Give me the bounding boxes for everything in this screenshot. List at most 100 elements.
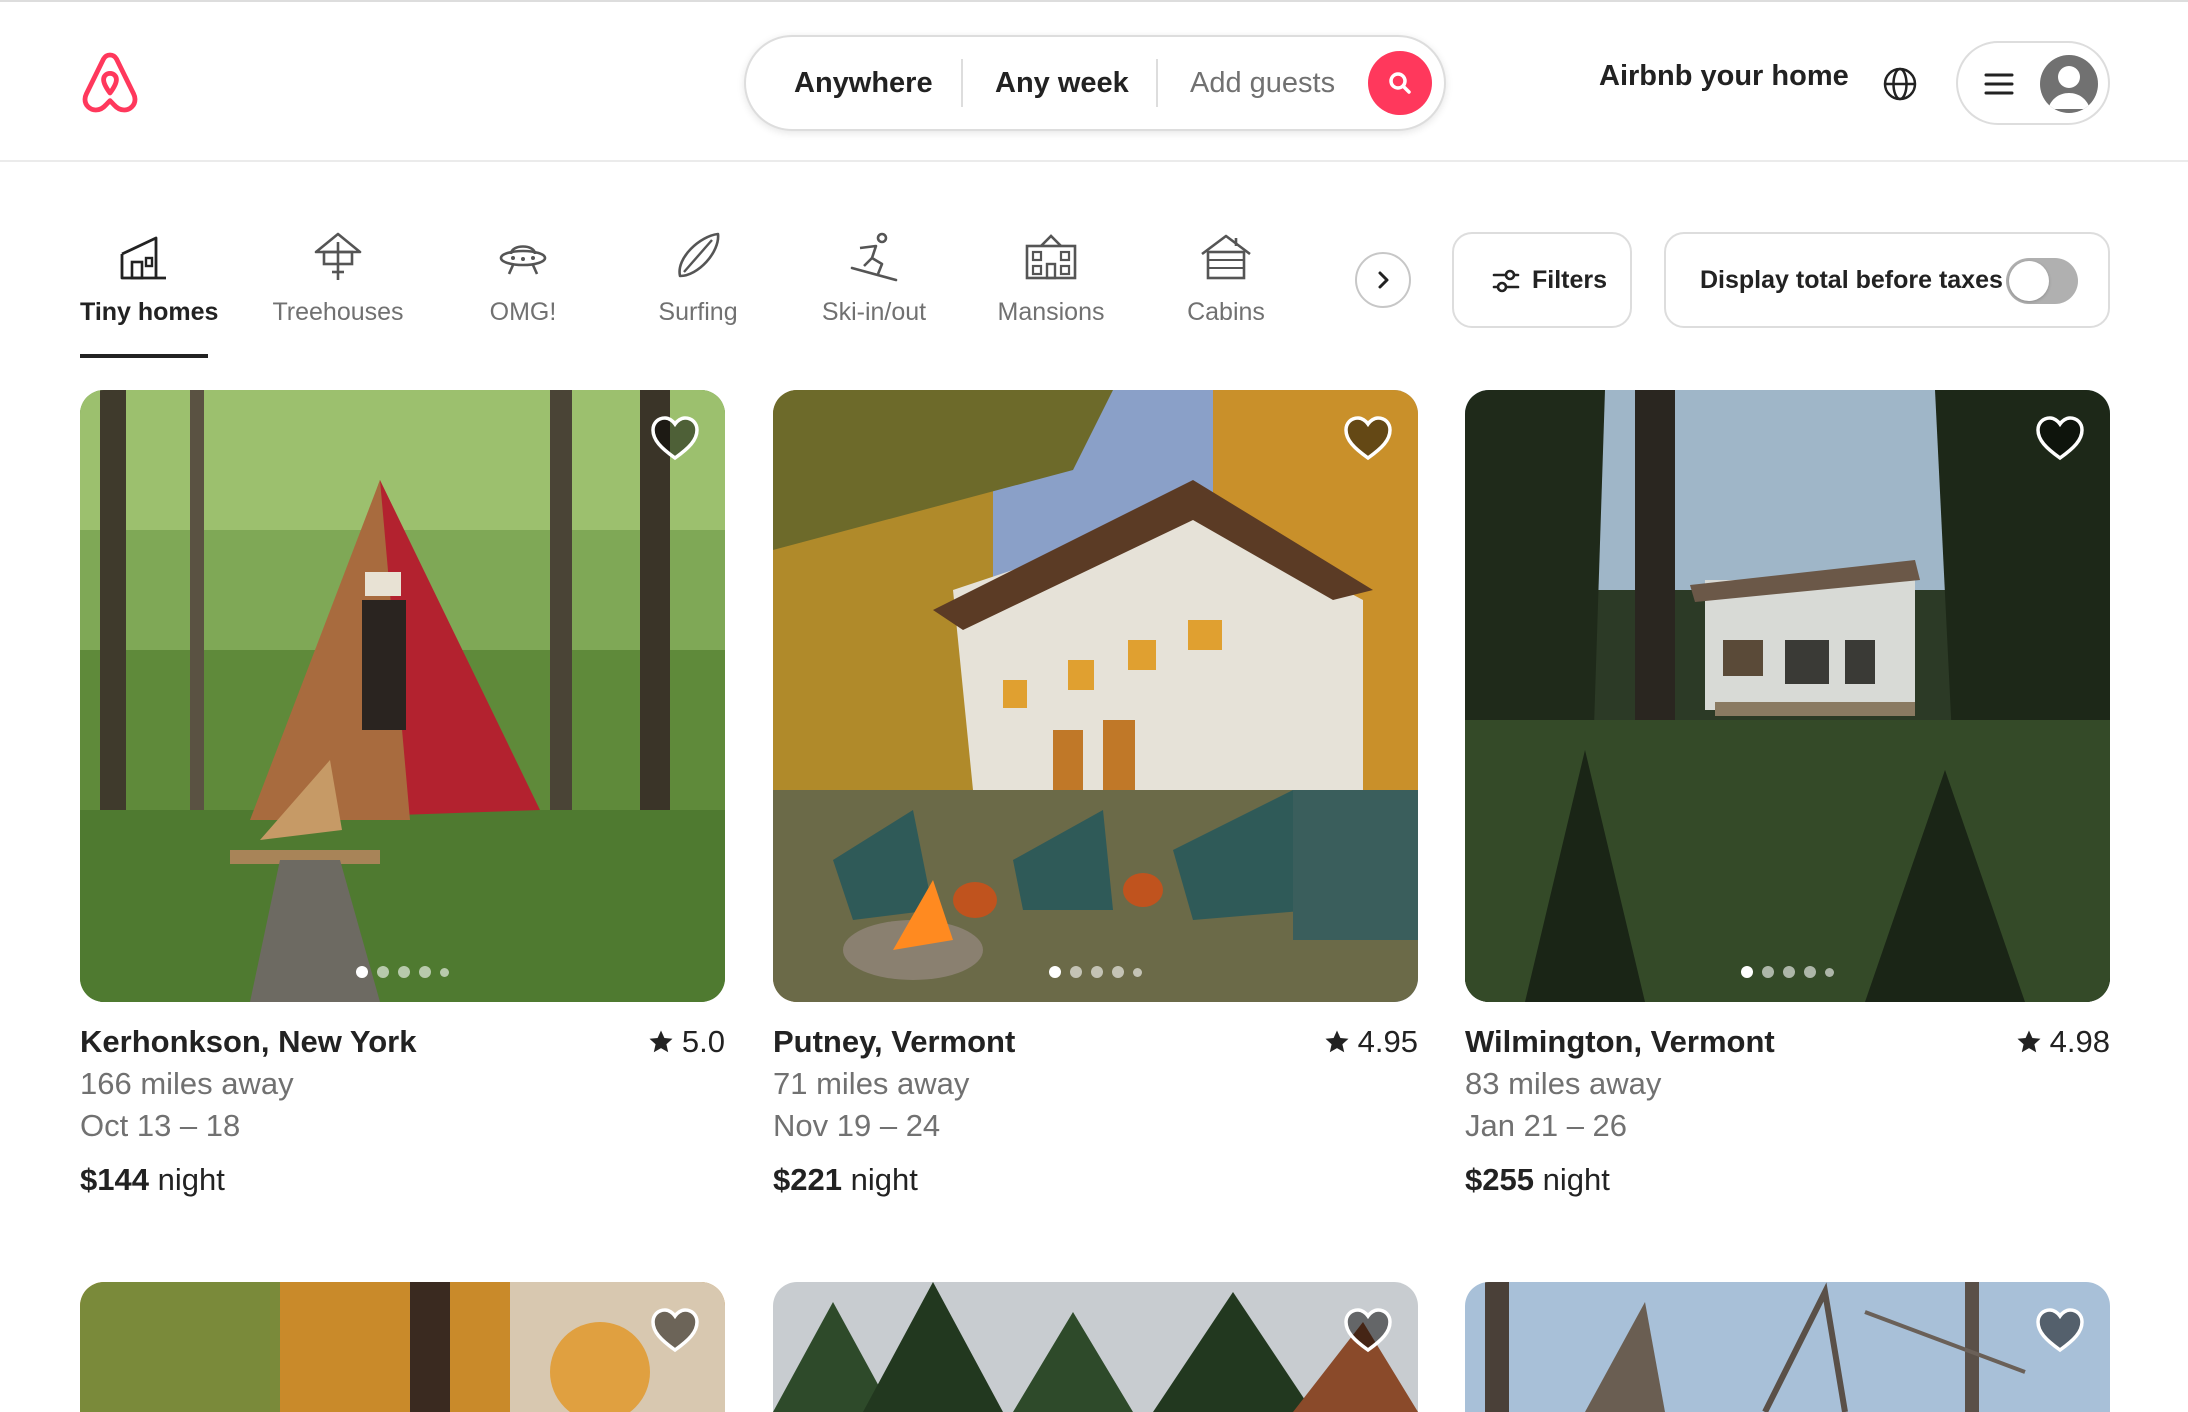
listing-rating: 5.0 bbox=[648, 1024, 725, 1060]
pagination-dot[interactable] bbox=[356, 966, 368, 978]
pagination-dot[interactable] bbox=[1741, 966, 1753, 978]
category-surfing[interactable]: Surfing bbox=[648, 228, 748, 360]
heart-icon[interactable] bbox=[2034, 1306, 2086, 1354]
forest-cabin-photo bbox=[1465, 390, 2110, 1002]
price-amount: $221 bbox=[773, 1162, 842, 1197]
skier-icon bbox=[850, 232, 898, 282]
pagination-dot[interactable] bbox=[419, 966, 431, 978]
pine-trees-photo bbox=[773, 1282, 1418, 1412]
heart-icon[interactable] bbox=[649, 414, 701, 462]
user-icon bbox=[2048, 66, 2090, 109]
filters-icon bbox=[1492, 269, 1520, 293]
star-icon bbox=[649, 1030, 673, 1053]
price-unit: night bbox=[850, 1162, 918, 1197]
category-treehouses[interactable]: Treehouses bbox=[268, 228, 408, 360]
category-tiny-homes[interactable]: Tiny homes bbox=[80, 228, 218, 360]
display-total-toggle[interactable] bbox=[2006, 258, 2078, 304]
pagination-dot[interactable] bbox=[398, 966, 410, 978]
a-frame-cabin-photo bbox=[80, 390, 725, 1002]
pagination-dot[interactable] bbox=[1825, 967, 1834, 977]
listing-dates: Nov 19 – 24 bbox=[773, 1108, 941, 1143]
heart-icon[interactable] bbox=[2034, 414, 2086, 462]
listing-price: $144 night bbox=[80, 1162, 225, 1198]
pagination-dot[interactable] bbox=[1762, 966, 1774, 978]
listing-price: $255 night bbox=[1465, 1162, 1610, 1198]
price-amount: $144 bbox=[80, 1162, 149, 1197]
heart-icon[interactable] bbox=[1342, 1306, 1394, 1354]
toggle-knob bbox=[2009, 261, 2049, 301]
ufo-icon bbox=[499, 245, 547, 275]
category-cabins[interactable]: Cabins bbox=[1178, 228, 1274, 360]
star-icon bbox=[1325, 1030, 1349, 1053]
globe-icon[interactable] bbox=[1882, 66, 1918, 102]
pagination-dot[interactable] bbox=[1783, 966, 1795, 978]
category-label: Treehouses bbox=[272, 298, 404, 326]
pagination-dot[interactable] bbox=[1133, 967, 1142, 977]
category-label: Surfing bbox=[658, 298, 738, 326]
categories-next-button[interactable] bbox=[1355, 252, 1411, 308]
listing-dates: Jan 21 – 26 bbox=[1465, 1108, 1628, 1143]
rating-value: 5.0 bbox=[681, 1024, 725, 1059]
listing-photo[interactable] bbox=[773, 1282, 1418, 1412]
search-guests-button[interactable]: Add guests bbox=[1190, 37, 1335, 129]
display-total-toggle-container[interactable]: Display total before taxes bbox=[1664, 232, 2110, 328]
price-unit: night bbox=[157, 1162, 225, 1197]
active-category-underline bbox=[80, 354, 208, 358]
listing-rating: 4.95 bbox=[1324, 1024, 1418, 1060]
category-label: Mansions bbox=[997, 298, 1105, 326]
treehouse-icon bbox=[314, 232, 362, 280]
category-ski-in-out[interactable]: Ski-in/out bbox=[816, 228, 932, 360]
listing-title: Wilmington, Vermont bbox=[1465, 1024, 1775, 1059]
menu-icon bbox=[1984, 73, 2014, 95]
listing-photo[interactable] bbox=[1465, 1282, 2110, 1412]
category-label: Cabins bbox=[1187, 298, 1265, 326]
pagination-dot[interactable] bbox=[1091, 966, 1103, 978]
listing-distance: 166 miles away bbox=[80, 1066, 294, 1101]
category-omg[interactable]: OMG! bbox=[470, 228, 576, 360]
user-menu-button[interactable] bbox=[1956, 41, 2110, 125]
tiny-home-icon bbox=[120, 236, 166, 280]
filters-label: Filters bbox=[1532, 266, 1608, 294]
heart-icon[interactable] bbox=[649, 1306, 701, 1354]
listing-dates: Oct 13 – 18 bbox=[80, 1108, 241, 1143]
chevron-right-icon bbox=[1378, 271, 1389, 289]
search-bar[interactable]: Anywhere Any week Add guests bbox=[744, 35, 1446, 131]
search-divider bbox=[1156, 59, 1158, 107]
pagination-dot[interactable] bbox=[1049, 966, 1061, 978]
listing-title: Putney, Vermont bbox=[773, 1024, 1016, 1059]
photo-pagination-dots bbox=[1465, 966, 2110, 978]
autumn-trees-photo bbox=[80, 1282, 725, 1412]
search-icon bbox=[1389, 72, 1411, 94]
listing-photo[interactable] bbox=[1465, 390, 2110, 1002]
search-submit-button[interactable] bbox=[1368, 51, 1432, 115]
category-label: OMG! bbox=[489, 298, 557, 326]
star-icon bbox=[2017, 1030, 2041, 1053]
photo-pagination-dots bbox=[773, 966, 1418, 978]
listing-photo[interactable] bbox=[773, 390, 1418, 1002]
cabin-icon bbox=[1201, 234, 1251, 280]
surfboard-icon bbox=[678, 232, 720, 278]
listing-photo[interactable] bbox=[80, 1282, 725, 1412]
pagination-dot[interactable] bbox=[377, 966, 389, 978]
pagination-dot[interactable] bbox=[440, 967, 449, 977]
search-dates-button[interactable]: Any week bbox=[995, 37, 1129, 129]
filters-button[interactable]: Filters bbox=[1452, 232, 1632, 328]
heart-icon[interactable] bbox=[1342, 414, 1394, 462]
airbnb-logo-icon[interactable] bbox=[78, 50, 142, 118]
listing-distance: 71 miles away bbox=[773, 1066, 970, 1101]
search-divider bbox=[961, 59, 963, 107]
host-link[interactable]: Airbnb your home bbox=[1599, 60, 1849, 93]
price-amount: $255 bbox=[1465, 1162, 1534, 1197]
mansion-icon bbox=[1025, 234, 1077, 280]
rating-value: 4.98 bbox=[2049, 1024, 2110, 1059]
listing-price: $221 night bbox=[773, 1162, 918, 1198]
pagination-dot[interactable] bbox=[1112, 966, 1124, 978]
photo-pagination-dots bbox=[80, 966, 725, 978]
category-label: Ski-in/out bbox=[821, 298, 927, 326]
pagination-dot[interactable] bbox=[1804, 966, 1816, 978]
listing-photo[interactable] bbox=[80, 390, 725, 1002]
search-location-button[interactable]: Anywhere bbox=[794, 37, 933, 129]
pagination-dot[interactable] bbox=[1070, 966, 1082, 978]
rating-value: 4.95 bbox=[1357, 1024, 1418, 1059]
category-mansions[interactable]: Mansions bbox=[994, 228, 1108, 360]
